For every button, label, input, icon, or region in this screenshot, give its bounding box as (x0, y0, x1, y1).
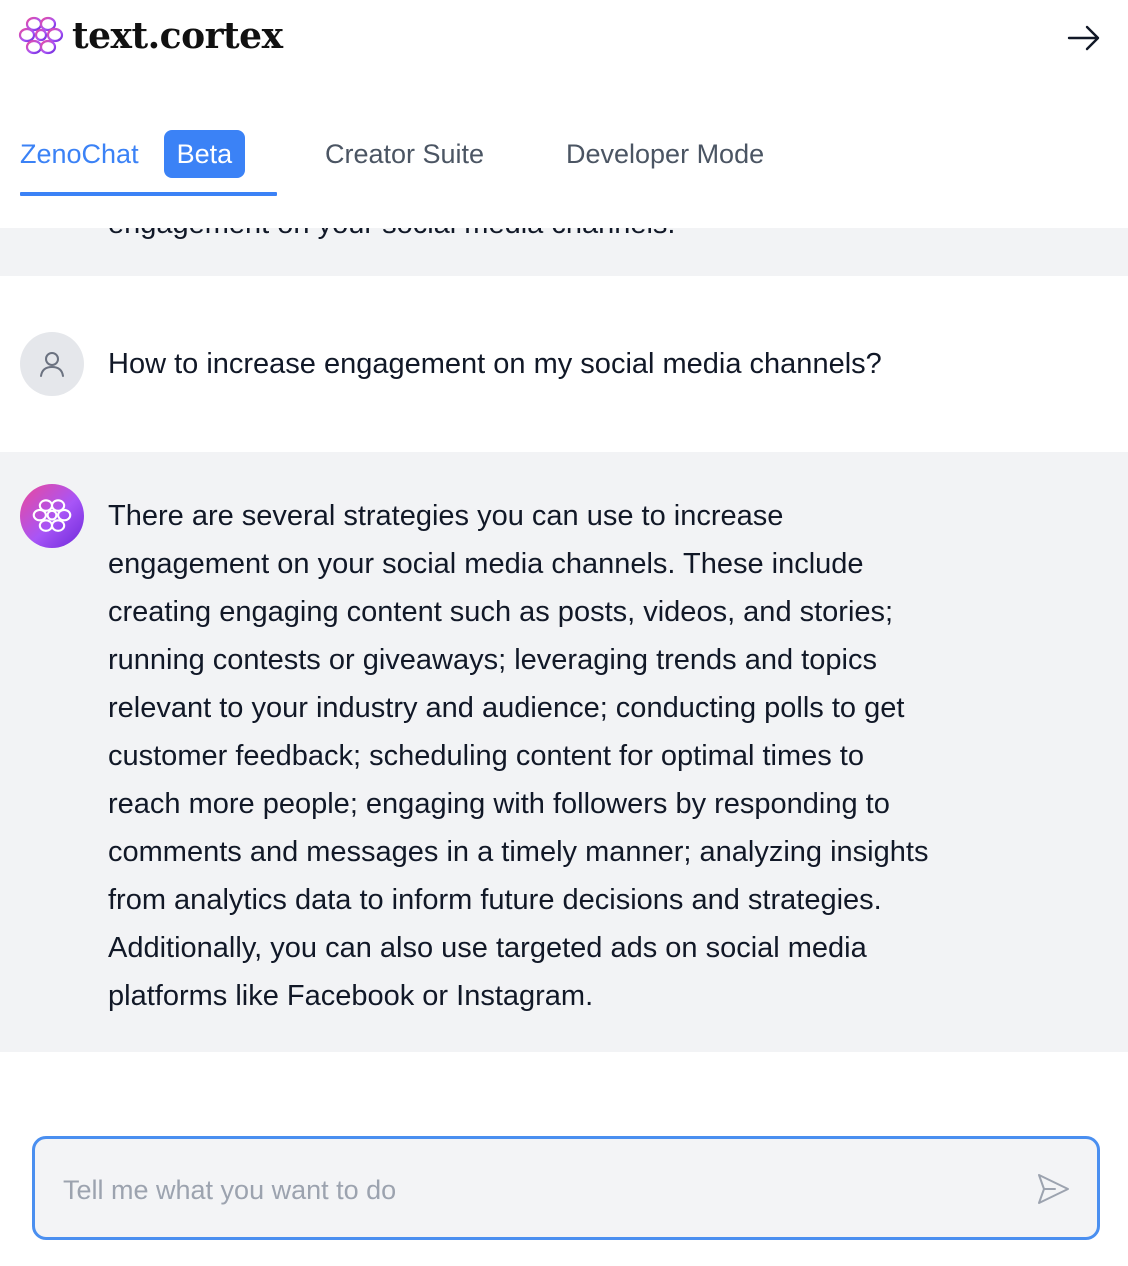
message-line: relevant to your industry and audience; … (108, 692, 905, 724)
user-message: How to increase engagement on my social … (0, 276, 1128, 452)
previous-assistant-message: engagement on your social media channels… (0, 228, 1128, 276)
message-text: There are several strategies you can use… (108, 492, 1108, 1020)
tab-zenochat[interactable]: ZenoChat Beta (20, 130, 246, 178)
message-line: creating engaging content such as posts,… (108, 596, 894, 628)
message-line: from analytics data to inform future dec… (108, 884, 882, 916)
brand-logo[interactable]: text.cortex (18, 14, 283, 58)
brain-icon (32, 499, 72, 532)
send-icon (1038, 1174, 1069, 1204)
message-line: running contests or giveaways; leveragin… (108, 644, 877, 676)
tab-creator-suite[interactable]: Creator Suite (325, 130, 484, 178)
avatar (20, 484, 84, 548)
assistant-message: There are several strategies you can use… (0, 452, 1128, 1052)
message-line: customer feedback; scheduling content fo… (108, 740, 864, 772)
message-text: engagement on your social media channels… (108, 228, 675, 248)
app-header: text.cortex (0, 0, 1128, 80)
brand-name: text.cortex (72, 15, 283, 57)
tab-label: Creator Suite (325, 138, 485, 169)
message-line: platforms like Facebook or Instagram. (108, 980, 594, 1012)
message-text: How to increase engagement on my social … (108, 348, 882, 380)
message-line: Additionally, you can also use targeted … (108, 932, 867, 964)
exit-button[interactable] (1062, 18, 1106, 58)
chat-thread[interactable]: engagement on your social media channels… (0, 228, 1128, 1052)
message-line: comments and messages in a timely manner… (108, 836, 929, 868)
user-icon (40, 352, 64, 377)
tab-label: ZenoChat (20, 138, 139, 169)
brain-icon (18, 16, 64, 55)
arrow-right-icon (1067, 25, 1100, 51)
tab-developer-mode[interactable]: Developer Mode (566, 130, 764, 178)
message-line: engagement on your social media channels… (108, 548, 864, 580)
message-line: reach more people; engaging with followe… (108, 788, 890, 820)
prompt-input[interactable] (61, 1161, 1015, 1219)
beta-badge: Beta (163, 130, 246, 178)
avatar (20, 332, 84, 396)
chat-composer (32, 1136, 1100, 1240)
send-button[interactable] (1031, 1167, 1075, 1211)
mode-tabs: ZenoChat Beta Creator Suite Developer Mo… (0, 80, 1128, 228)
message-line: There are several strategies you can use… (108, 500, 784, 532)
active-tab-indicator (20, 192, 277, 196)
tab-label: Developer Mode (566, 138, 765, 169)
